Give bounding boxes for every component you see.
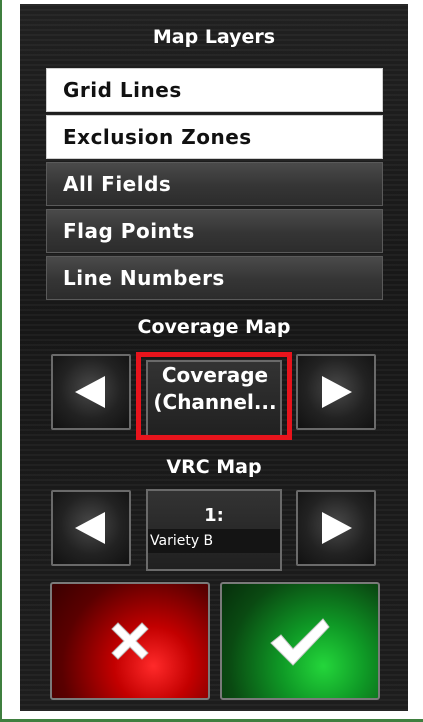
coverage-map-heading: Coverage Map — [137, 316, 291, 338]
right-arrow-icon — [322, 376, 352, 408]
coverage-value-line1: Coverage — [161, 363, 269, 387]
layer-flag-points[interactable]: Flag Points — [46, 209, 383, 253]
x-icon — [111, 622, 149, 660]
vrc-value-box[interactable]: 1: Variety B — [146, 489, 282, 571]
left-arrow-icon — [75, 376, 105, 408]
layer-label: All Fields — [63, 172, 172, 196]
coverage-prev-button[interactable] — [51, 354, 131, 430]
vrc-number: 1: — [204, 505, 224, 526]
layer-label: Flag Points — [63, 219, 195, 243]
left-arrow-icon — [75, 512, 105, 544]
checkmark-icon — [270, 618, 330, 666]
vrc-next-button[interactable] — [296, 490, 376, 566]
layer-grid-lines[interactable]: Grid Lines — [46, 68, 383, 112]
vrc-name: Variety B — [148, 529, 280, 553]
layer-line-numbers[interactable]: Line Numbers — [46, 256, 383, 300]
layer-label: Exclusion Zones — [63, 125, 252, 149]
map-layers-panel: Map Layers Grid Lines Exclusion Zones Al… — [20, 4, 408, 711]
panel-title: Map Layers — [152, 26, 276, 48]
coverage-next-button[interactable] — [296, 354, 376, 430]
confirm-button[interactable] — [220, 582, 380, 700]
coverage-value: Coverage (Channel... — [150, 362, 280, 416]
cancel-button[interactable] — [50, 582, 210, 700]
layer-all-fields[interactable]: All Fields — [46, 162, 383, 206]
vrc-map-heading: VRC Map — [166, 456, 262, 478]
coverage-value-line2: (Channel... — [153, 390, 277, 414]
layer-label: Line Numbers — [63, 266, 225, 290]
vrc-prev-button[interactable] — [51, 490, 131, 566]
right-arrow-icon — [322, 512, 352, 544]
layer-label: Grid Lines — [63, 78, 182, 102]
layer-exclusion-zones[interactable]: Exclusion Zones — [46, 115, 383, 159]
